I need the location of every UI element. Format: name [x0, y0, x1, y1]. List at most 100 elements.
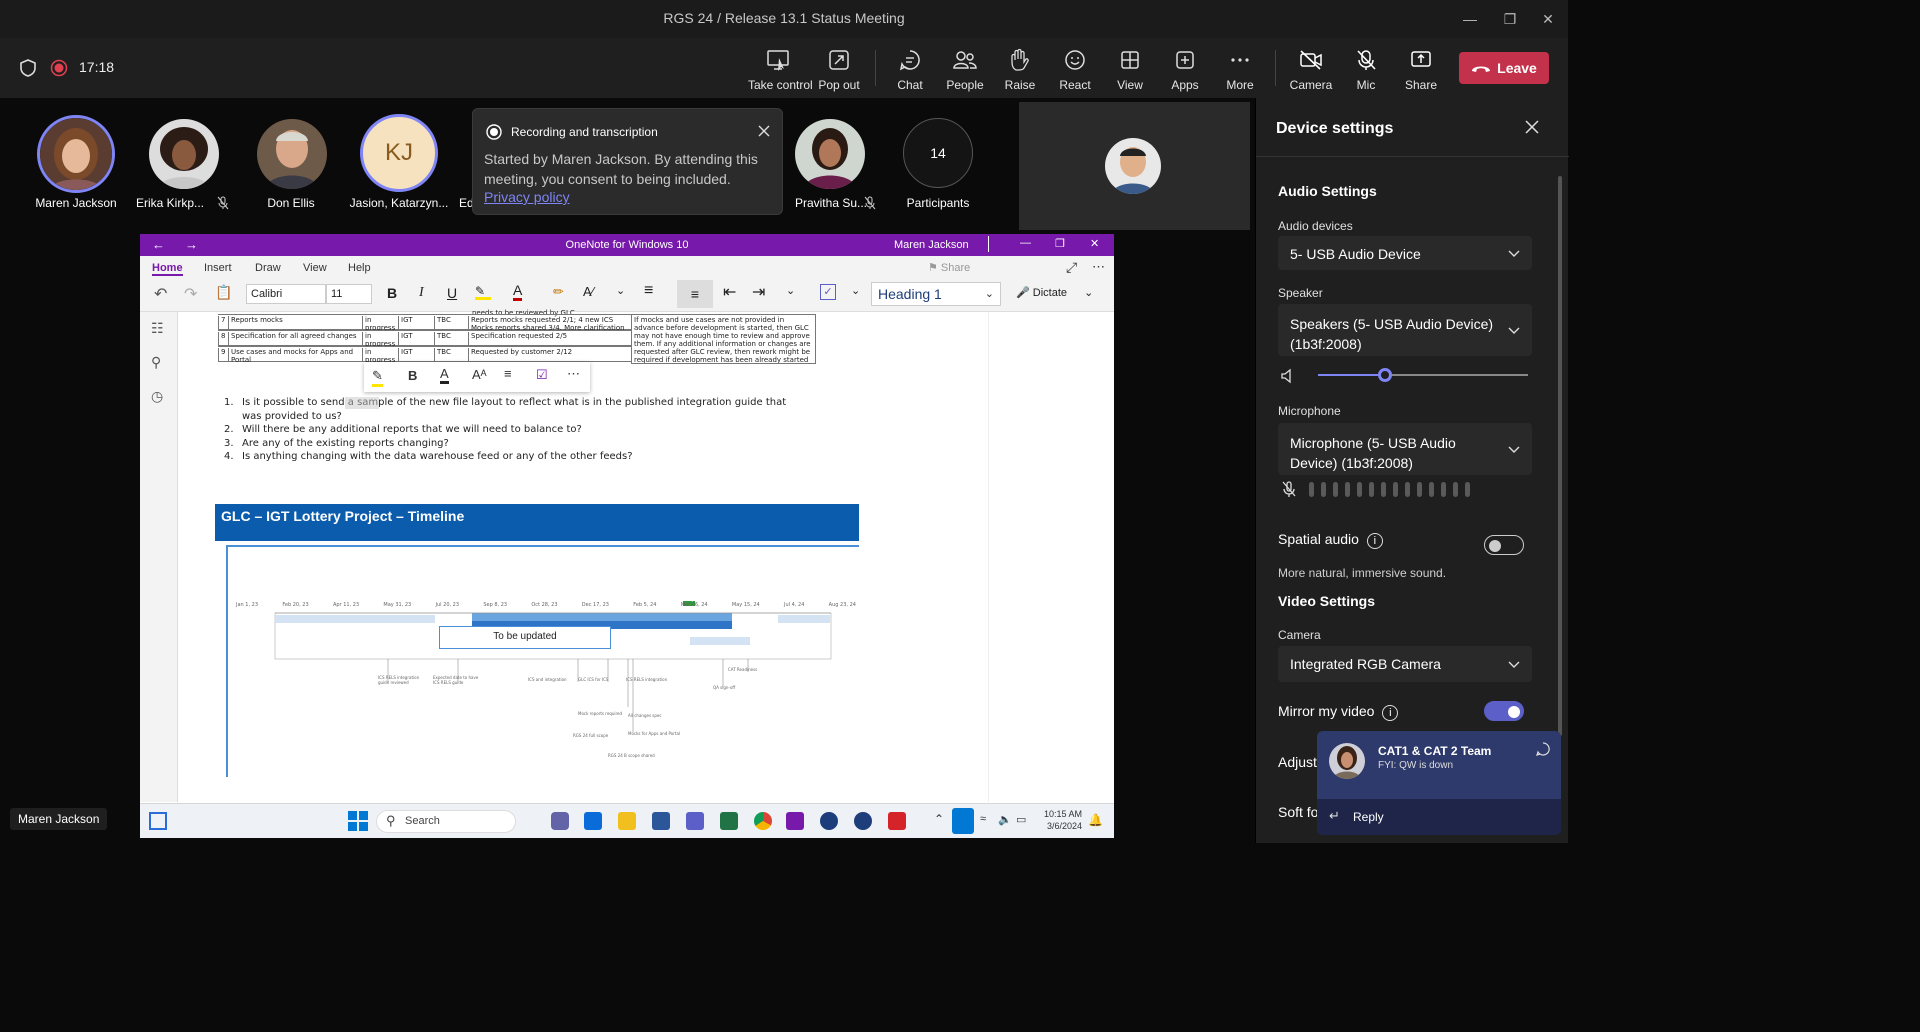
- font-color-icon[interactable]: A: [513, 282, 523, 301]
- outlook-icon[interactable]: [584, 812, 602, 830]
- self-video[interactable]: [1019, 102, 1250, 230]
- todo-tag-icon[interactable]: ✓: [820, 284, 836, 300]
- chevron-down-icon[interactable]: ⌄: [616, 284, 625, 297]
- pop-out-button[interactable]: Pop out: [809, 48, 869, 94]
- apps-button[interactable]: Apps: [1155, 48, 1215, 94]
- recent-icon[interactable]: ◷: [151, 388, 163, 405]
- highlight-icon[interactable]: ✎: [372, 368, 383, 387]
- webex-icon[interactable]: [820, 812, 838, 830]
- file-explorer-icon[interactable]: [618, 812, 636, 830]
- close-window-button[interactable]: ✕: [1090, 237, 1099, 250]
- dictate-button[interactable]: 🎤 Dictate ⌄: [1016, 286, 1093, 299]
- tab-insert[interactable]: Insert: [204, 262, 232, 274]
- webex-meetings-icon[interactable]: [854, 812, 872, 830]
- microphone-dropdown[interactable]: Microphone (5- USB Audio Device) (1b3f:2…: [1278, 423, 1532, 475]
- widgets-icon[interactable]: [149, 812, 167, 830]
- slider-thumb[interactable]: [1378, 368, 1393, 382]
- chrome-icon[interactable]: [754, 812, 772, 830]
- speaker-volume-slider[interactable]: [1318, 368, 1528, 382]
- word-icon[interactable]: [652, 812, 670, 830]
- highlight-icon[interactable]: ✎: [475, 284, 491, 300]
- mirror-video-toggle[interactable]: [1484, 701, 1524, 721]
- info-icon[interactable]: i: [1366, 533, 1383, 549]
- undo-icon[interactable]: ↶: [154, 284, 167, 304]
- take-control-button[interactable]: Take control: [748, 48, 813, 94]
- numbering-icon[interactable]: ≡: [677, 280, 713, 308]
- speaker-dropdown[interactable]: Speakers (5- USB Audio Device) (1b3f:200…: [1278, 304, 1532, 356]
- avatar-don-ellis[interactable]: [257, 119, 327, 189]
- tab-home[interactable]: Home: [152, 262, 183, 276]
- font-color-icon[interactable]: A: [440, 366, 449, 384]
- more-icon[interactable]: ⋯: [1092, 259, 1105, 275]
- table-row[interactable]: 9 Use cases and mocks for Apps and Portal…: [218, 346, 631, 362]
- camera-dropdown[interactable]: Integrated RGB Camera: [1278, 646, 1532, 682]
- teams-chat-icon[interactable]: [551, 812, 569, 830]
- raise-hand-button[interactable]: Raise: [990, 48, 1050, 94]
- excel-icon[interactable]: [720, 812, 738, 830]
- bold-icon[interactable]: B: [408, 368, 417, 383]
- reply-bar[interactable]: ↵ Reply: [1317, 799, 1561, 835]
- share-button[interactable]: Share: [1391, 48, 1451, 94]
- search-icon[interactable]: ⚲: [151, 354, 161, 371]
- avatar-maren-jackson[interactable]: [37, 115, 115, 193]
- people-button[interactable]: People: [935, 48, 995, 94]
- minimize-button[interactable]: —: [1455, 8, 1485, 30]
- battery-icon[interactable]: ▭: [1016, 813, 1026, 826]
- avatar-pravitha[interactable]: [795, 119, 865, 189]
- chevron-down-icon[interactable]: ⌄: [851, 284, 860, 297]
- mic-button[interactable]: Mic: [1336, 48, 1396, 94]
- view-button[interactable]: View: [1100, 48, 1160, 94]
- mic-active-icon[interactable]: [952, 808, 974, 834]
- network-icon[interactable]: ≈: [980, 813, 986, 825]
- tag-icon[interactable]: ☑: [536, 367, 548, 383]
- avatar-erika[interactable]: [149, 119, 219, 189]
- font-name-box[interactable]: Calibri: [246, 284, 326, 304]
- chat-button[interactable]: Chat: [880, 48, 940, 94]
- scrollbar[interactable]: [1558, 176, 1562, 736]
- underline-icon[interactable]: U: [447, 285, 457, 301]
- format-painter-icon[interactable]: ✏: [553, 284, 564, 300]
- share-onenote-button[interactable]: ⚑ Share: [928, 261, 970, 274]
- italic-icon[interactable]: I: [419, 285, 424, 301]
- volume-icon[interactable]: 🔈: [998, 813, 1012, 826]
- minimize-button[interactable]: —: [1020, 237, 1031, 249]
- style-dropdown[interactable]: Heading 1 ⌄: [871, 282, 1001, 306]
- restore-button[interactable]: ❐: [1055, 237, 1065, 250]
- taskbar-search[interactable]: ⚲ Search: [376, 810, 516, 833]
- tab-help[interactable]: Help: [348, 262, 371, 274]
- indent-icon[interactable]: ⇥: [752, 282, 765, 302]
- tab-view[interactable]: View: [303, 262, 327, 274]
- tab-draw[interactable]: Draw: [255, 262, 281, 274]
- avatar-katarzyna[interactable]: KJ: [360, 114, 438, 192]
- bold-icon[interactable]: B: [387, 285, 397, 301]
- table-row[interactable]: 7 Reports mocks in progress IGT TBC Reports m…: [218, 314, 631, 330]
- audio-device-dropdown[interactable]: 5- USB Audio Device: [1278, 236, 1532, 270]
- notifications-icon[interactable]: 🔔: [1088, 813, 1103, 827]
- leave-button[interactable]: Leave: [1459, 52, 1549, 84]
- bullets-icon[interactable]: ≡: [504, 366, 512, 381]
- redo-icon[interactable]: ↷: [184, 284, 197, 304]
- reply-button[interactable]: Reply: [1353, 810, 1384, 824]
- list-item[interactable]: 3. Are any of the existing reports changi…: [224, 437, 802, 451]
- taskbar-clock[interactable]: 10:15 AM 3/6/2024: [1038, 808, 1082, 832]
- font-size-box[interactable]: 11: [326, 284, 372, 304]
- info-icon[interactable]: i: [1382, 705, 1399, 721]
- onenote-icon[interactable]: [786, 812, 804, 830]
- close-icon[interactable]: [1525, 120, 1539, 134]
- teams-icon[interactable]: [686, 812, 704, 830]
- camera-button[interactable]: Camera: [1281, 48, 1341, 94]
- more-icon[interactable]: ⋯: [567, 366, 580, 382]
- notebooks-icon[interactable]: ☷: [151, 320, 164, 337]
- font-size-icon[interactable]: Aᴬ: [472, 367, 487, 382]
- react-button[interactable]: React: [1045, 48, 1105, 94]
- expand-icon[interactable]: ⤢: [1066, 259, 1077, 276]
- close-window-button[interactable]: ✕: [1533, 8, 1563, 30]
- outdent-icon[interactable]: ⇤: [723, 282, 736, 302]
- acrobat-icon[interactable]: [888, 812, 906, 830]
- participants-count-button[interactable]: 14: [903, 118, 973, 188]
- bullets-icon[interactable]: ≡: [644, 282, 653, 300]
- start-icon[interactable]: [348, 811, 368, 831]
- list-item[interactable]: 2. Will there be any additional reports t…: [224, 423, 802, 437]
- privacy-link[interactable]: Privacy policy: [484, 189, 570, 205]
- chevron-up-icon[interactable]: ⌃: [934, 812, 944, 826]
